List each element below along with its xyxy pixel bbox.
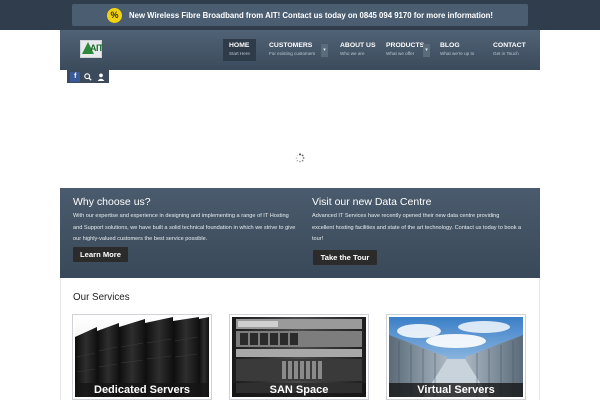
products-dropdown-icon[interactable]: ▾: [423, 44, 430, 57]
datacentre-text: Advanced IT Services have recently opene…: [312, 213, 522, 242]
nav-sublabel: What we're up to: [440, 51, 475, 56]
facebook-icon[interactable]: f: [70, 71, 81, 82]
service-card-label: Virtual Servers: [389, 383, 523, 397]
nav-label: CONTACT: [493, 42, 526, 49]
social-bar: f: [67, 70, 109, 83]
customers-dropdown-icon[interactable]: ▾: [321, 44, 328, 57]
announcement-bar: % New Wireless Fibre Broadband from AIT!…: [0, 0, 600, 30]
percent-badge-icon: %: [106, 7, 122, 23]
dedicated-servers-image: Dedicated Servers: [75, 317, 209, 397]
service-card-label: SAN Space: [232, 383, 366, 397]
announcement-text: New Wireless Fibre Broadband from AIT! C…: [128, 10, 493, 20]
ait-logo[interactable]: AIT: [80, 40, 104, 58]
datacentre-title: Visit our new Data Centre: [312, 196, 432, 208]
nav-label: HOME: [229, 42, 250, 49]
service-card-label: Dedicated Servers: [75, 383, 209, 397]
nav-item-blog[interactable]: BLOG What we're up to: [434, 39, 480, 61]
nav-sublabel: For existing customers: [269, 51, 316, 56]
why-text: With our expertise and experience in des…: [73, 213, 296, 242]
nav-sublabel: Start Here: [229, 51, 250, 56]
virtual-servers-image: Virtual Servers: [389, 317, 523, 397]
nav-item-contact[interactable]: CONTACT Get in Touch: [487, 39, 532, 61]
announcement-banner[interactable]: % New Wireless Fibre Broadband from AIT!…: [72, 4, 528, 26]
services-title: Our Services: [73, 292, 130, 303]
nav-sublabel: What we offer: [386, 51, 415, 56]
search-icon[interactable]: [83, 72, 93, 82]
service-card-san-space[interactable]: SAN Space: [229, 314, 369, 400]
nav-sublabel: Get in Touch: [493, 51, 519, 56]
nav-label: BLOG: [440, 42, 460, 49]
site-header: AIT HOME Start Here CUSTOMERS For existi…: [60, 30, 540, 70]
nav-item-customers[interactable]: CUSTOMERS For existing customers: [263, 39, 321, 61]
info-band: Why choose us? With our expertise and ex…: [60, 188, 540, 278]
service-card-virtual-servers[interactable]: Virtual Servers: [386, 314, 526, 400]
nav-item-home[interactable]: HOME Start Here: [223, 39, 256, 61]
why-title: Why choose us?: [73, 196, 151, 208]
service-card-dedicated-servers[interactable]: Dedicated Servers: [72, 314, 212, 400]
nav-label: PRODUCTS: [386, 42, 425, 49]
learn-more-button[interactable]: Learn More: [73, 247, 128, 262]
logo-text: AIT: [90, 43, 104, 53]
nav-sublabel: Who we are: [340, 51, 365, 56]
nav-label: ABOUT US: [340, 42, 376, 49]
nav-item-about-us[interactable]: ABOUT US Who we are: [334, 39, 382, 61]
nav-label: CUSTOMERS: [269, 42, 313, 49]
user-icon[interactable]: [96, 72, 106, 82]
take-the-tour-button[interactable]: Take the Tour: [313, 250, 377, 265]
san-space-image: SAN Space: [232, 317, 366, 397]
loading-spinner-icon: [295, 150, 305, 163]
